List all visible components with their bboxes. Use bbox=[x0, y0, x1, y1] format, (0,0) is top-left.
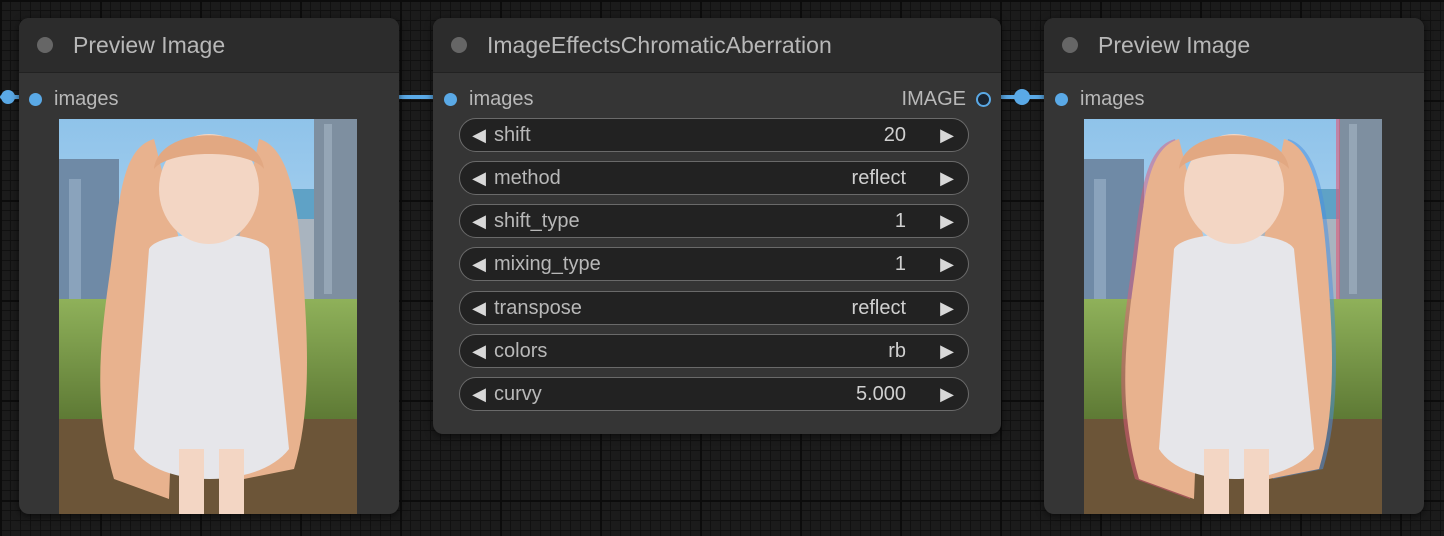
collapse-dot-icon[interactable] bbox=[1062, 37, 1078, 53]
increment-arrow-icon[interactable]: ▶ bbox=[936, 384, 958, 405]
widget-name: method bbox=[494, 166, 561, 189]
widget-name: shift bbox=[494, 123, 531, 146]
output-slot-image[interactable]: IMAGE bbox=[902, 86, 991, 112]
preview-image-aberrated bbox=[1084, 119, 1382, 514]
node-title: Preview Image bbox=[1098, 31, 1251, 58]
widget-name: shift_type bbox=[494, 209, 580, 232]
widget-colors[interactable]: ◀ colors rb ▶ bbox=[459, 334, 969, 368]
input-slot-images[interactable]: images bbox=[1055, 86, 1144, 112]
collapse-dot-icon[interactable] bbox=[37, 37, 53, 53]
widget-curvy[interactable]: ◀ curvy 5.000 ▶ bbox=[459, 377, 969, 411]
widget-shift-type[interactable]: ◀ shift_type 1 ▶ bbox=[459, 204, 969, 238]
output-slot-label: IMAGE bbox=[901, 87, 966, 110]
decrement-arrow-icon[interactable]: ◀ bbox=[468, 125, 490, 146]
widget-value[interactable]: reflect bbox=[852, 297, 906, 320]
preview-image-original bbox=[59, 119, 357, 514]
preview-image-node-left[interactable]: Preview Image images bbox=[19, 18, 399, 514]
output-slot-dot-icon[interactable] bbox=[976, 91, 991, 107]
chromatic-aberration-node[interactable]: ImageEffectsChromaticAberration images I… bbox=[433, 18, 1001, 434]
input-slot-images[interactable]: images bbox=[29, 86, 118, 112]
widget-mixing-type[interactable]: ◀ mixing_type 1 ▶ bbox=[459, 247, 969, 281]
decrement-arrow-icon[interactable]: ◀ bbox=[468, 384, 490, 405]
decrement-arrow-icon[interactable]: ◀ bbox=[468, 298, 490, 319]
widget-value[interactable]: rb bbox=[888, 340, 906, 363]
link-left-preview-to-effect bbox=[398, 95, 438, 99]
widget-shift[interactable]: ◀ shift 20 ▶ bbox=[459, 118, 969, 152]
widget-value[interactable]: 1 bbox=[895, 210, 906, 233]
collapse-dot-icon[interactable] bbox=[451, 37, 467, 53]
widget-method[interactable]: ◀ method reflect ▶ bbox=[459, 161, 969, 195]
link-knob-center-right[interactable] bbox=[1014, 89, 1030, 105]
increment-arrow-icon[interactable]: ▶ bbox=[936, 168, 958, 189]
node-title-bar[interactable]: Preview Image bbox=[1044, 18, 1424, 73]
decrement-arrow-icon[interactable]: ◀ bbox=[468, 341, 490, 362]
node-title: Preview Image bbox=[73, 31, 226, 58]
decrement-arrow-icon[interactable]: ◀ bbox=[468, 211, 490, 232]
widget-name: curvy bbox=[494, 382, 542, 405]
decrement-arrow-icon[interactable]: ◀ bbox=[468, 168, 490, 189]
node-title-bar[interactable]: ImageEffectsChromaticAberration bbox=[433, 18, 1001, 73]
widget-value[interactable]: 1 bbox=[895, 253, 906, 276]
increment-arrow-icon[interactable]: ▶ bbox=[936, 211, 958, 232]
input-slot-label: images bbox=[469, 87, 534, 110]
input-slot-label: images bbox=[1080, 87, 1145, 110]
widget-value[interactable]: reflect bbox=[852, 167, 906, 190]
increment-arrow-icon[interactable]: ▶ bbox=[936, 341, 958, 362]
widget-value[interactable]: 5.000 bbox=[856, 383, 906, 406]
widget-value[interactable]: 20 bbox=[884, 124, 906, 147]
node-title: ImageEffectsChromaticAberration bbox=[487, 31, 832, 58]
input-slot-label: images bbox=[54, 87, 119, 110]
input-slot-dot-icon[interactable] bbox=[29, 92, 42, 106]
node-title-bar[interactable]: Preview Image bbox=[19, 18, 399, 73]
input-slot-images[interactable]: images bbox=[444, 86, 533, 112]
widget-name: mixing_type bbox=[494, 252, 601, 275]
widget-name: transpose bbox=[494, 296, 582, 319]
input-slot-dot-icon[interactable] bbox=[1055, 92, 1068, 106]
widget-transpose[interactable]: ◀ transpose reflect ▶ bbox=[459, 291, 969, 325]
increment-arrow-icon[interactable]: ▶ bbox=[936, 125, 958, 146]
widget-name: colors bbox=[494, 339, 548, 362]
increment-arrow-icon[interactable]: ▶ bbox=[936, 298, 958, 319]
preview-image-node-right[interactable]: Preview Image images bbox=[1044, 18, 1424, 514]
increment-arrow-icon[interactable]: ▶ bbox=[936, 254, 958, 275]
link-knob-left bbox=[1, 90, 15, 104]
decrement-arrow-icon[interactable]: ◀ bbox=[468, 254, 490, 275]
input-slot-dot-icon[interactable] bbox=[444, 92, 457, 106]
